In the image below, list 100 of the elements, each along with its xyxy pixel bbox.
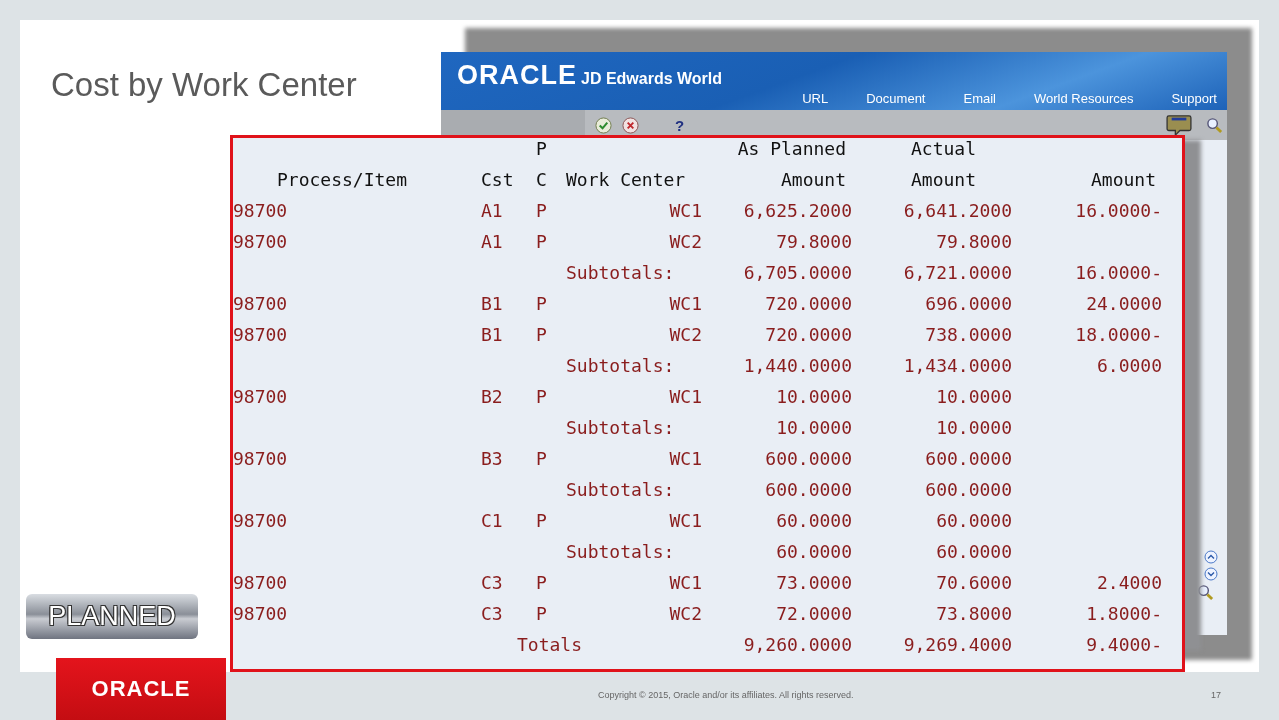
table-cell-text: 79.8000 bbox=[935, 231, 1013, 252]
table-cell-text: 98700 bbox=[233, 324, 289, 345]
column-header: Amount bbox=[779, 169, 847, 190]
table-cell-text: WC1 bbox=[668, 572, 703, 593]
nav-link[interactable]: Email bbox=[963, 91, 996, 106]
table-cell-text: 98700 bbox=[233, 603, 289, 624]
table-cell-text: 98700 bbox=[233, 448, 289, 469]
column-header: C bbox=[536, 169, 548, 190]
table-cell-text: 1,434.0000 bbox=[902, 355, 1013, 376]
table-cell-text: P bbox=[536, 510, 548, 531]
table-cell-text: 6,705.0000 bbox=[742, 262, 853, 283]
table-cell-text: 738.0000 bbox=[924, 324, 1013, 345]
table-cell-text: B3 bbox=[481, 448, 504, 469]
column-header: P bbox=[536, 138, 548, 159]
column-header: Cst bbox=[481, 169, 515, 190]
nav-link[interactable]: Support bbox=[1171, 91, 1217, 106]
table-cell-text: 9,269.4000 bbox=[902, 634, 1013, 655]
scroll-down-icon[interactable] bbox=[1203, 567, 1218, 581]
table-cell-text: WC1 bbox=[668, 200, 703, 221]
table-cell-text: WC1 bbox=[668, 448, 703, 469]
column-header: Work Center bbox=[565, 169, 687, 190]
table-cell-text: WC1 bbox=[668, 293, 703, 314]
table-cell-text: 6,721.0000 bbox=[902, 262, 1013, 283]
table-cell-text: 18.0000- bbox=[1074, 324, 1163, 345]
table-cell-text: 60.0000 bbox=[775, 541, 853, 562]
column-header: Actual bbox=[909, 138, 977, 159]
table-cell-text: 60.0000 bbox=[935, 510, 1013, 531]
table-cell-text: 98700 bbox=[233, 231, 289, 252]
table-cell-text: 600.0000 bbox=[764, 479, 853, 500]
table-cell-text: P bbox=[536, 603, 548, 624]
subtotal-label: Subtotals: bbox=[565, 479, 676, 500]
table-cell-text: 600.0000 bbox=[924, 479, 1013, 500]
table-cell-text: 600.0000 bbox=[764, 448, 853, 469]
table-cell-text: WC2 bbox=[668, 324, 703, 345]
table-cell-text: 60.0000 bbox=[935, 541, 1013, 562]
table-cell-text: A1 bbox=[481, 200, 504, 221]
column-header: As Planned bbox=[736, 138, 847, 159]
ok-icon[interactable] bbox=[595, 116, 612, 134]
table-cell-text: 6,625.2000 bbox=[742, 200, 853, 221]
table-cell-text: 1,440.0000 bbox=[742, 355, 853, 376]
slide-title: Cost by Work Center bbox=[51, 66, 357, 104]
search-icon[interactable] bbox=[1206, 116, 1223, 134]
chat-icon[interactable] bbox=[1166, 114, 1192, 136]
cancel-icon[interactable] bbox=[622, 116, 639, 134]
table-cell-text: C3 bbox=[481, 603, 504, 624]
table-cell-text: WC1 bbox=[668, 386, 703, 407]
table-cell-text: P bbox=[536, 293, 548, 314]
total-label: Totals bbox=[516, 634, 584, 655]
table-cell-text: 10.0000 bbox=[935, 386, 1013, 407]
table-cell-text: P bbox=[536, 572, 548, 593]
nav-link[interactable]: Document bbox=[866, 91, 926, 106]
table-cell-text: 98700 bbox=[233, 200, 289, 221]
table-cell-text: 98700 bbox=[233, 510, 289, 531]
table-cell-text: WC1 bbox=[668, 510, 703, 531]
table-cell-text: WC2 bbox=[668, 231, 703, 252]
table-cell-text: 10.0000 bbox=[775, 386, 853, 407]
product-name: JD Edwards World bbox=[581, 70, 723, 88]
table-cell-text: 6,641.2000 bbox=[902, 200, 1013, 221]
table-cell-text: 2.4000 bbox=[1095, 572, 1163, 593]
table-cell-text: 16.0000- bbox=[1074, 262, 1163, 283]
help-button[interactable]: ? bbox=[675, 116, 685, 134]
table-cell-text: 10.0000 bbox=[775, 417, 853, 438]
table-cell-text: 98700 bbox=[233, 386, 289, 407]
table-cell-text: 72.0000 bbox=[775, 603, 853, 624]
table-cell-text: P bbox=[536, 324, 548, 345]
table-cell-text: P bbox=[536, 448, 548, 469]
subtotal-label: Subtotals: bbox=[565, 355, 676, 376]
table-cell-text: C1 bbox=[481, 510, 504, 531]
table-cell-text: 600.0000 bbox=[924, 448, 1013, 469]
table-cell-text: P bbox=[536, 231, 548, 252]
scroll-up-icon[interactable] bbox=[1203, 550, 1218, 564]
table-cell-text: WC2 bbox=[668, 603, 703, 624]
table-cell-text: 70.6000 bbox=[935, 572, 1013, 593]
subtotal-label: Subtotals: bbox=[565, 417, 676, 438]
table-cell-text: 696.0000 bbox=[924, 293, 1013, 314]
copyright-text: Copyright © 2015, Oracle and/or its affiliates. All rights reserved. bbox=[598, 690, 854, 700]
subtotal-label: Subtotals: bbox=[565, 541, 676, 562]
column-header: Process/Item bbox=[276, 169, 409, 190]
table-cell-text: 24.0000 bbox=[1085, 293, 1163, 314]
table-cell-text: 1.8000- bbox=[1085, 603, 1163, 624]
table-cell-text: 98700 bbox=[233, 572, 289, 593]
page-number: 17 bbox=[1211, 690, 1221, 700]
table-cell-text: 6.0000 bbox=[1095, 355, 1163, 376]
table-cell-text: B1 bbox=[481, 293, 504, 314]
table-cell-text: 9.4000- bbox=[1085, 634, 1163, 655]
table-cell-text: P bbox=[536, 386, 548, 407]
brand-logo: ORACLE bbox=[457, 60, 577, 91]
table-cell-text: 73.0000 bbox=[775, 572, 853, 593]
subtotal-label: Subtotals: bbox=[565, 262, 676, 283]
table-cell-text: B1 bbox=[481, 324, 504, 345]
oracle-logo: ORACLE bbox=[56, 658, 226, 720]
table-cell-text: 720.0000 bbox=[764, 324, 853, 345]
planned-badge: PLANNED bbox=[26, 594, 198, 639]
table-cell-text: 98700 bbox=[233, 293, 289, 314]
table-cell-text: P bbox=[536, 200, 548, 221]
table-cell-text: 16.0000- bbox=[1074, 200, 1163, 221]
table-cell-text: C3 bbox=[481, 572, 504, 593]
table-cell-text: 79.8000 bbox=[775, 231, 853, 252]
nav-link[interactable]: URL bbox=[802, 91, 829, 106]
nav-link[interactable]: World Resources bbox=[1034, 91, 1134, 106]
